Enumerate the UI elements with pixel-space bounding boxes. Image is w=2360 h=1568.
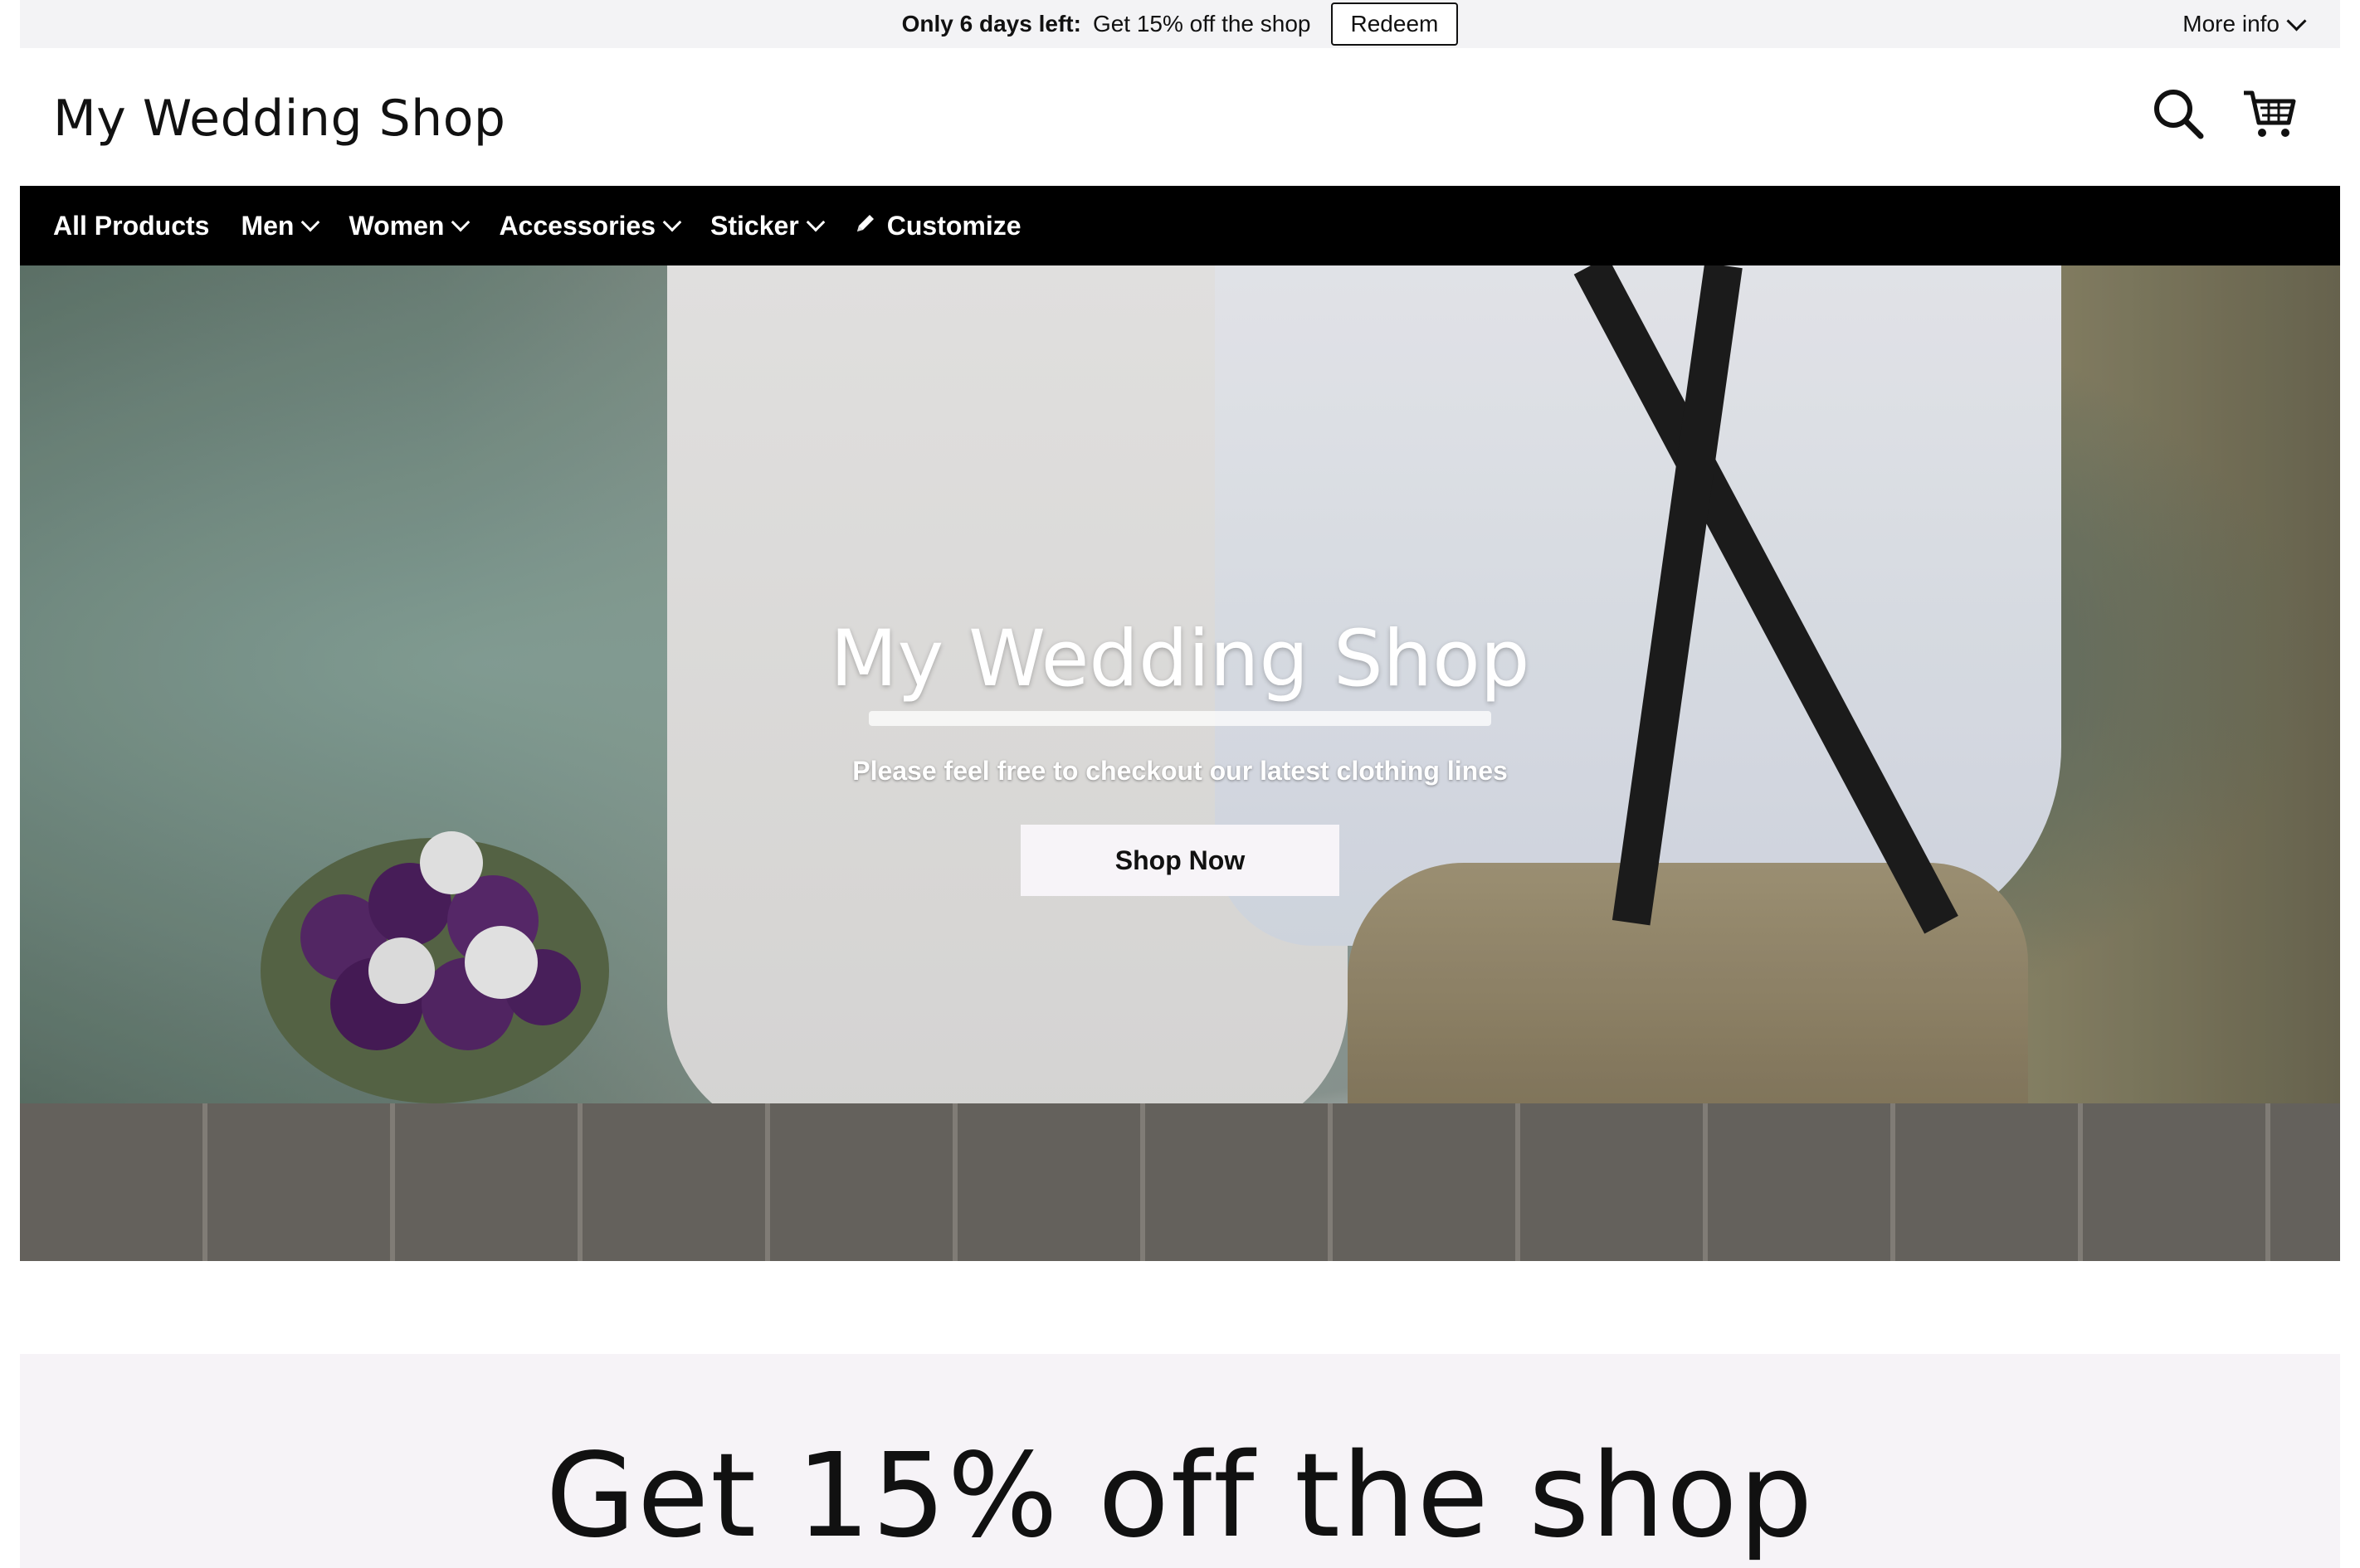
- nav-item-sticker[interactable]: Sticker: [710, 210, 826, 241]
- discount-title: Get 15% off the shop: [545, 1429, 1815, 1564]
- chevron-down-icon: [806, 212, 826, 232]
- discount-section: Get 15% off the shop: [20, 1354, 2340, 1568]
- chevron-down-icon: [2286, 10, 2307, 32]
- more-info-toggle[interactable]: More info: [2182, 0, 2307, 48]
- search-icon[interactable]: [2149, 85, 2207, 143]
- nav-item-women[interactable]: Women: [349, 210, 471, 241]
- promo-countdown: Only 6 days left:: [901, 11, 1081, 37]
- nav-item-label: Sticker: [710, 210, 799, 241]
- nav-item-accessories[interactable]: Accessories: [499, 210, 682, 241]
- nav-item-label: Customize: [886, 210, 1022, 241]
- hero-content: My Wedding Shop Please feel free to chec…: [20, 614, 2340, 896]
- hero-subtitle: Please feel free to checkout our latest …: [852, 756, 1508, 786]
- promo-bar: Only 6 days left: Get 15% off the shop R…: [20, 0, 2340, 48]
- main-nav: All Products Men Women Accessories Stick…: [20, 186, 2340, 265]
- nav-item-all-products[interactable]: All Products: [53, 211, 209, 241]
- chevron-down-icon: [301, 212, 320, 232]
- page: Only 6 days left: Get 15% off the shop R…: [0, 0, 2360, 1568]
- promo-offer: Get 15% off the shop: [1092, 11, 1311, 37]
- cart-icon[interactable]: [2241, 85, 2299, 143]
- redeem-button[interactable]: Redeem: [1330, 2, 1459, 46]
- site-logo[interactable]: My Wedding Shop: [53, 90, 506, 148]
- hero-banner: My Wedding Shop Please feel free to chec…: [20, 265, 2340, 1261]
- chevron-down-icon: [451, 212, 471, 232]
- hero-title: My Wedding Shop: [830, 614, 1530, 704]
- hero-title-underline: [869, 711, 1491, 726]
- more-info-label: More info: [2182, 11, 2280, 37]
- nav-item-label: Accessories: [499, 210, 656, 241]
- chevron-down-icon: [662, 212, 682, 232]
- nav-item-label: All Products: [53, 210, 210, 241]
- nav-item-men[interactable]: Men: [241, 210, 320, 241]
- site-header: My Wedding Shop: [20, 48, 2340, 186]
- nav-item-customize[interactable]: Customize: [854, 211, 1022, 241]
- nav-item-label: Women: [349, 210, 445, 241]
- nav-item-label: Men: [241, 210, 295, 241]
- shop-now-button[interactable]: Shop Now: [1021, 825, 1339, 896]
- pencil-icon: [854, 211, 877, 241]
